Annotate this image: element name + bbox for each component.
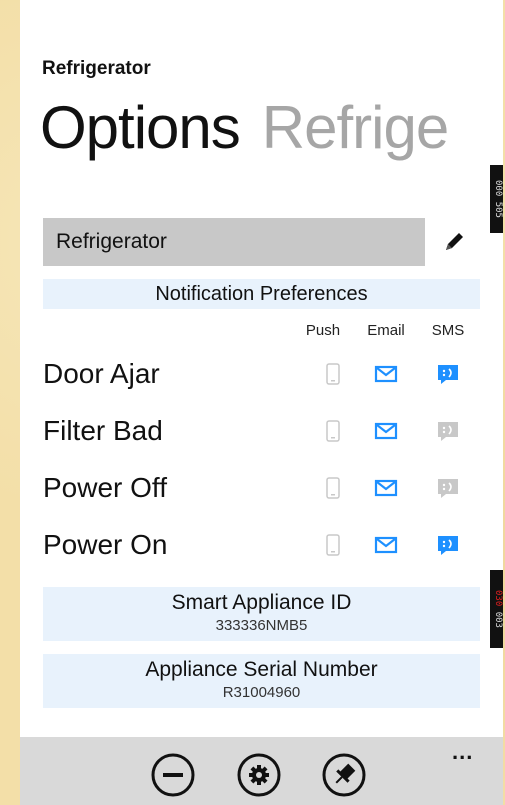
app-bar: ... [20, 737, 503, 805]
edit-icon[interactable] [440, 228, 468, 256]
notification-row: Power Off [43, 466, 480, 510]
serial-number-title: Appliance Serial Number [145, 658, 378, 681]
sms-chat-icon[interactable] [436, 362, 460, 386]
notification-preferences-header: Notification Preferences [43, 279, 480, 309]
email-envelope-icon[interactable] [374, 362, 398, 386]
email-envelope-icon[interactable] [374, 533, 398, 557]
notification-row-label: Door Ajar [43, 358, 160, 389]
email-envelope-icon[interactable] [374, 419, 398, 443]
smart-appliance-id-box: Smart Appliance ID 333336NMB5 [43, 587, 480, 641]
pivot-header: Options Refrige [40, 92, 449, 164]
notification-row: Power On [43, 523, 480, 567]
push-phone-icon[interactable] [321, 419, 345, 443]
notification-row-label: Filter Bad [43, 415, 163, 446]
column-push: Push [305, 322, 341, 339]
serial-number-value: R31004960 [222, 684, 301, 701]
push-phone-icon[interactable] [321, 362, 345, 386]
notification-row: Filter Bad [43, 409, 480, 453]
notification-row-label: Power On [43, 529, 168, 560]
pivot-item-refrigerator[interactable]: Refrige [262, 94, 449, 161]
app-title: Refrigerator [42, 58, 151, 79]
column-sms: SMS [431, 322, 465, 339]
push-phone-icon[interactable] [321, 533, 345, 557]
email-envelope-icon[interactable] [374, 476, 398, 500]
notification-row-label: Power Off [43, 472, 167, 503]
column-email: Email [367, 322, 405, 339]
sms-chat-icon[interactable] [436, 476, 460, 500]
frame-counter-bottom: 030 003 [490, 570, 503, 648]
frame-counter-top: 000 505 [490, 165, 503, 233]
device-name-field[interactable]: Refrigerator [43, 218, 425, 266]
smart-appliance-id-title: Smart Appliance ID [171, 591, 352, 614]
sms-chat-icon[interactable] [436, 533, 460, 557]
notification-row: Door Ajar [43, 352, 480, 396]
settings-icon[interactable] [237, 753, 281, 797]
pin-icon[interactable] [322, 753, 366, 797]
remove-icon[interactable] [151, 753, 195, 797]
serial-number-box: Appliance Serial Number R31004960 [43, 654, 480, 708]
sms-chat-icon[interactable] [436, 419, 460, 443]
push-phone-icon[interactable] [321, 476, 345, 500]
smart-appliance-id-value: 333336NMB5 [215, 617, 308, 634]
pivot-item-options[interactable]: Options [40, 94, 241, 161]
phone-screen: Refrigerator Options Refrige Refrigerator… [20, 0, 503, 805]
more-menu-icon[interactable]: ... [452, 739, 473, 765]
